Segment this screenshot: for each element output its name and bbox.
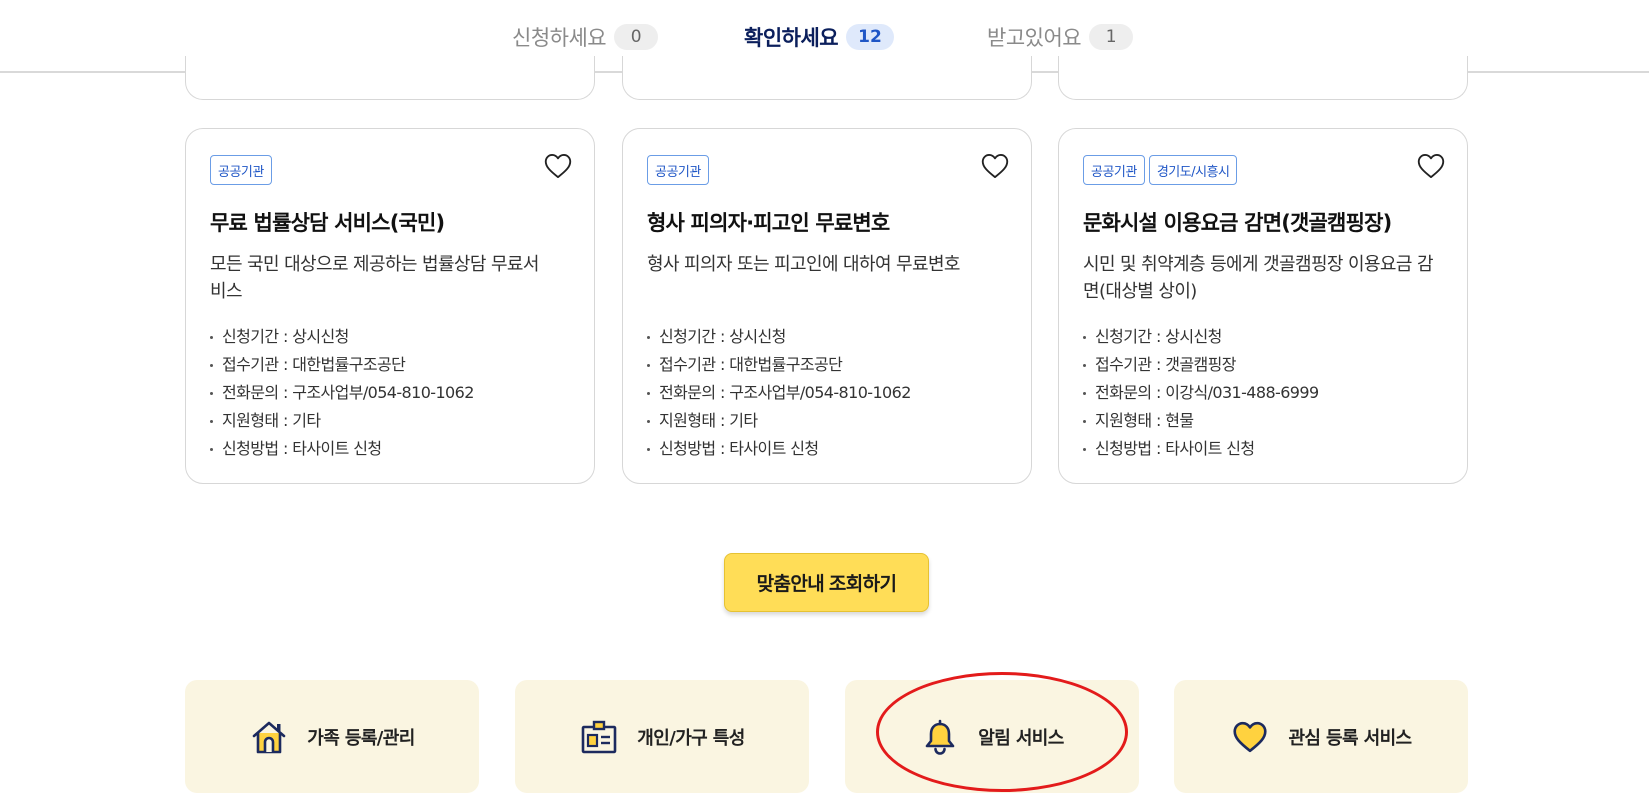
card-previous[interactable] [185, 56, 595, 100]
info-application-period: 신청기간 : 상시신청 [1083, 323, 1443, 351]
card-tags: 공공기관 [647, 155, 1007, 187]
service-card[interactable]: 공공기관 무료 법률상담 서비스(국민) 모든 국민 대상으로 제공하는 법률상… [185, 128, 595, 484]
notification-service-button[interactable]: 알림 서비스 [845, 680, 1139, 793]
heart-outline-icon[interactable] [981, 153, 1009, 179]
tab-count-badge: 1 [1089, 23, 1134, 50]
id-card-icon [579, 717, 619, 757]
info-phone-inquiry: 전화문의 : 구조사업부/054-810-1062 [210, 379, 570, 407]
info-application-method: 신청방법 : 타사이트 신청 [210, 435, 570, 463]
service-card[interactable]: 공공기관 경기도/시흥시 문화시설 이용요금 감면(갯골캠핑장) 시민 및 취약… [1058, 128, 1468, 484]
card-title: 무료 법률상담 서비스(국민) [210, 211, 445, 235]
heart-filled-icon [1230, 717, 1270, 757]
menu-label: 관심 등록 서비스 [1288, 727, 1412, 749]
info-application-period: 신청기간 : 상시신청 [210, 323, 570, 351]
info-receiving-agency: 접수기관 : 갯골캠핑장 [1083, 351, 1443, 379]
card-title: 문화시설 이용요금 감면(갯골캠핑장) [1083, 211, 1392, 235]
heart-outline-icon[interactable] [544, 153, 572, 179]
card-info-list: 신청기간 : 상시신청 접수기관 : 대한법률구조공단 전화문의 : 구조사업부… [647, 323, 1007, 463]
info-receiving-agency: 접수기관 : 대한법률구조공단 [647, 351, 1007, 379]
personal-household-button[interactable]: 개인/가구 특성 [515, 680, 809, 793]
tag-badge: 공공기관 [647, 155, 709, 185]
card-info-list: 신청기간 : 상시신청 접수기관 : 대한법률구조공단 전화문의 : 구조사업부… [210, 323, 570, 463]
tab-label: 신청하세요 [512, 25, 607, 50]
service-card[interactable]: 공공기관 형사 피의자·피고인 무료변호 형사 피의자 또는 피고인에 대하여 … [622, 128, 1032, 484]
card-tags: 공공기관 경기도/시흥시 [1083, 155, 1443, 187]
house-icon [249, 717, 289, 757]
card-info-list: 신청기간 : 상시신청 접수기관 : 갯골캠핑장 전화문의 : 이강식/031-… [1083, 323, 1443, 463]
menu-label: 개인/가구 특성 [637, 727, 745, 749]
info-application-method: 신청방법 : 타사이트 신청 [1083, 435, 1443, 463]
tab-count-badge: 12 [846, 23, 894, 50]
card-description: 모든 국민 대상으로 제공하는 법률상담 무료서비스 [210, 254, 539, 302]
custom-guide-search-button[interactable]: 맞춤안내 조회하기 [724, 553, 929, 612]
family-management-button[interactable]: 가족 등록/관리 [185, 680, 479, 793]
tab-count-badge: 0 [614, 23, 659, 50]
tab-label: 확인하세요 [744, 25, 839, 50]
card-description: 형사 피의자 또는 피고인에 대하여 무료변호 [647, 254, 960, 275]
info-receiving-agency: 접수기관 : 대한법률구조공단 [210, 351, 570, 379]
info-support-type: 지원형태 : 기타 [210, 407, 570, 435]
info-support-type: 지원형태 : 현물 [1083, 407, 1443, 435]
card-title: 형사 피의자·피고인 무료변호 [647, 211, 890, 235]
card-previous[interactable] [622, 56, 1032, 100]
bell-icon [920, 717, 960, 757]
info-phone-inquiry: 전화문의 : 이강식/031-488-6999 [1083, 379, 1443, 407]
card-tags: 공공기관 [210, 155, 570, 187]
tab-label: 받고있어요 [987, 25, 1082, 50]
card-previous[interactable] [1058, 56, 1468, 100]
info-support-type: 지원형태 : 기타 [647, 407, 1007, 435]
tag-badge: 공공기관 [1083, 155, 1145, 185]
info-phone-inquiry: 전화문의 : 구조사업부/054-810-1062 [647, 379, 1007, 407]
interest-registration-button[interactable]: 관심 등록 서비스 [1174, 680, 1468, 793]
tag-badge: 공공기관 [210, 155, 272, 185]
menu-label: 알림 서비스 [978, 727, 1064, 749]
info-application-method: 신청방법 : 타사이트 신청 [647, 435, 1007, 463]
info-application-period: 신청기간 : 상시신청 [647, 323, 1007, 351]
menu-label: 가족 등록/관리 [307, 727, 415, 749]
card-description: 시민 및 취약계층 등에게 갯골캠핑장 이용요금 감면(대상별 상이) [1083, 254, 1434, 302]
region-tag-badge: 경기도/시흥시 [1148, 155, 1238, 185]
heart-outline-icon[interactable] [1417, 153, 1445, 179]
